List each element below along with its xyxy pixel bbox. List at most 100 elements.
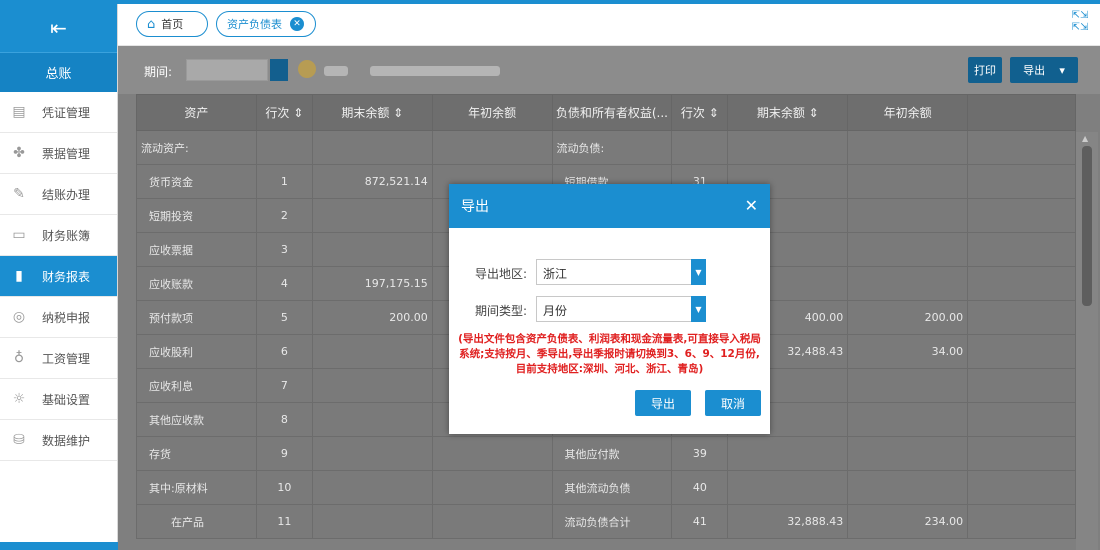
period-input[interactable] xyxy=(186,59,268,81)
table-cell-spacer xyxy=(967,470,1076,505)
export-note: (导出文件包含资产负债表、利润表和现金流量表,可直接导入税局系统;支持按月、季导… xyxy=(458,333,761,375)
table-cell: 应收股利 xyxy=(136,334,257,369)
table-cell xyxy=(727,470,849,505)
export-dialog: 导出 ✕ 导出地区: 浙江 ▼ 期间类型: 月份 ▼ (导出文件包含资产负债表、… xyxy=(449,184,770,434)
export-button-label: 导出 xyxy=(1023,64,1046,77)
sidebar-item[interactable]: ▭ 财务账簿 xyxy=(0,215,117,256)
export-dropdown-button[interactable]: 导出 ▾ xyxy=(1010,57,1078,83)
column-header[interactable]: 行次 ⇕ xyxy=(671,94,729,131)
tab-home-label: 首页 xyxy=(161,18,184,31)
vertical-scrollbar[interactable]: ▲ xyxy=(1076,132,1098,550)
period-type-select[interactable]: 月份 ▼ xyxy=(536,296,706,322)
sidebar-item[interactable]: ✎ 结账办理 xyxy=(0,174,117,215)
money-bag-icon: ♁ xyxy=(13,350,25,366)
sidebar-bottom-bar xyxy=(0,542,118,550)
table-cell xyxy=(255,130,313,165)
scroll-thumb[interactable] xyxy=(1082,146,1092,306)
region-value: 浙江 xyxy=(543,267,568,281)
period-picker-button[interactable] xyxy=(270,59,288,81)
tab-balance-sheet[interactable]: 资产负债表 ✕ xyxy=(216,11,316,37)
column-header[interactable]: 资产 xyxy=(136,94,257,131)
table-cell: 10 xyxy=(255,470,313,505)
voucher-icon: ▤ xyxy=(12,104,26,120)
table-cell xyxy=(311,334,433,369)
table-cell-spacer xyxy=(967,504,1076,539)
table-cell-spacer xyxy=(967,334,1076,369)
column-header[interactable]: 期末余额 ⇕ xyxy=(311,94,433,131)
dialog-title: 导出 xyxy=(461,199,489,215)
table-cell-spacer xyxy=(967,368,1076,403)
close-tab-icon[interactable]: ✕ xyxy=(290,17,304,31)
table-cell xyxy=(847,436,969,471)
table-cell: 3 xyxy=(255,232,313,267)
print-button[interactable]: 打印 xyxy=(968,57,1002,83)
table-row: 在产品 11 流动负债合计 41 32,888.43 234.00 xyxy=(136,504,1076,539)
table-cell-spacer xyxy=(967,402,1076,437)
tab-balance-sheet-label: 资产负债表 xyxy=(227,18,282,31)
table-cell: 34.00 xyxy=(847,334,969,369)
column-header[interactable]: 期末余额 ⇕ xyxy=(727,94,849,131)
table-cell: 200.00 xyxy=(311,300,433,335)
period-type-field-row: 期间类型: 月份 ▼ xyxy=(449,296,770,322)
sidebar-item[interactable]: ♁ 工资管理 xyxy=(0,338,117,379)
chevron-down-icon[interactable]: ▼ xyxy=(691,296,706,322)
table-cell: 41 xyxy=(671,504,729,539)
table-cell xyxy=(311,232,433,267)
region-field-row: 导出地区: 浙江 ▼ xyxy=(449,259,770,285)
table-cell xyxy=(847,470,969,505)
table-cell: 其他应收款 xyxy=(136,402,257,437)
cancel-button[interactable]: 取消 xyxy=(705,390,761,416)
table-cell: 6 xyxy=(255,334,313,369)
sidebar-item[interactable]: ☼ 基础设置 xyxy=(0,379,117,420)
tax-icon: ◎ xyxy=(12,309,26,325)
table-cell: 39 xyxy=(671,436,729,471)
fullscreen-icon[interactable]: ⇱⇲ ⇱⇲ xyxy=(1070,10,1090,36)
table-cell: 流动资产: xyxy=(136,130,257,165)
sidebar: ⇤ 总账 ▤ 凭证管理 ✤ 票据管理 ✎ 结账办理 ▭ 财务账簿 ▮ 财务报表 ◎ 纳税申报 ♁ 工资管理… xyxy=(0,4,118,550)
table-cell xyxy=(847,266,969,301)
sidebar-item[interactable]: ◎ 纳税申报 xyxy=(0,297,117,338)
export-confirm-button[interactable]: 导出 xyxy=(635,390,691,416)
sidebar-item[interactable]: ▤ 凭证管理 xyxy=(0,92,117,133)
table-cell: 32,888.43 xyxy=(727,504,849,539)
table-cell: 9 xyxy=(255,436,313,471)
table-cell: 8 xyxy=(255,402,313,437)
table-cell xyxy=(847,198,969,233)
table-row: 流动资产: 流动负债: xyxy=(136,130,1076,165)
sidebar-item-label: 财务报表 xyxy=(42,269,91,284)
table-cell: 应收账款 xyxy=(136,266,257,301)
book-icon: ▭ xyxy=(12,227,26,243)
collapse-menu-icon[interactable]: ⇤ xyxy=(0,4,117,52)
table-cell: 234.00 xyxy=(847,504,969,539)
table-cell: 存货 xyxy=(136,436,257,471)
table-cell-spacer xyxy=(967,198,1076,233)
table-cell-spacer xyxy=(967,232,1076,267)
pencil-icon: ✎ xyxy=(13,186,25,202)
table-cell: 预付款项 xyxy=(136,300,257,335)
column-header[interactable]: 年初余额 xyxy=(431,94,553,131)
sidebar-item-label: 票据管理 xyxy=(42,146,91,161)
sidebar-item-label: 财务账簿 xyxy=(42,228,91,243)
tab-home[interactable]: ⌂ 首页 xyxy=(136,11,208,37)
table-cell xyxy=(311,402,433,437)
close-icon[interactable]: ✕ xyxy=(745,196,758,215)
table-cell: 流动负债合计 xyxy=(551,504,673,539)
table-cell xyxy=(311,504,433,539)
period-label: 期间: xyxy=(144,65,173,79)
sidebar-item[interactable]: ▮ 财务报表 xyxy=(0,256,117,297)
column-header[interactable]: 年初余额 xyxy=(847,94,969,131)
sidebar-item[interactable]: ⛁ 数据维护 xyxy=(0,420,117,461)
column-header[interactable]: 行次 ⇕ xyxy=(255,94,313,131)
table-cell: 短期投资 xyxy=(136,198,257,233)
table-cell: 其他流动负债 xyxy=(551,470,673,505)
table-cell: 应收利息 xyxy=(136,368,257,403)
sidebar-item-label: 基础设置 xyxy=(42,392,91,407)
table-cell: 流动负债: xyxy=(551,130,673,165)
scroll-up-icon[interactable]: ▲ xyxy=(1082,134,1088,143)
sidebar-item-label: 数据维护 xyxy=(42,433,91,448)
column-header[interactable]: 负债和所有者权益(... xyxy=(551,94,673,131)
region-select[interactable]: 浙江 ▼ xyxy=(536,259,706,285)
table-cell xyxy=(431,504,553,539)
chevron-down-icon[interactable]: ▼ xyxy=(691,259,706,285)
sidebar-item[interactable]: ✤ 票据管理 xyxy=(0,133,117,174)
